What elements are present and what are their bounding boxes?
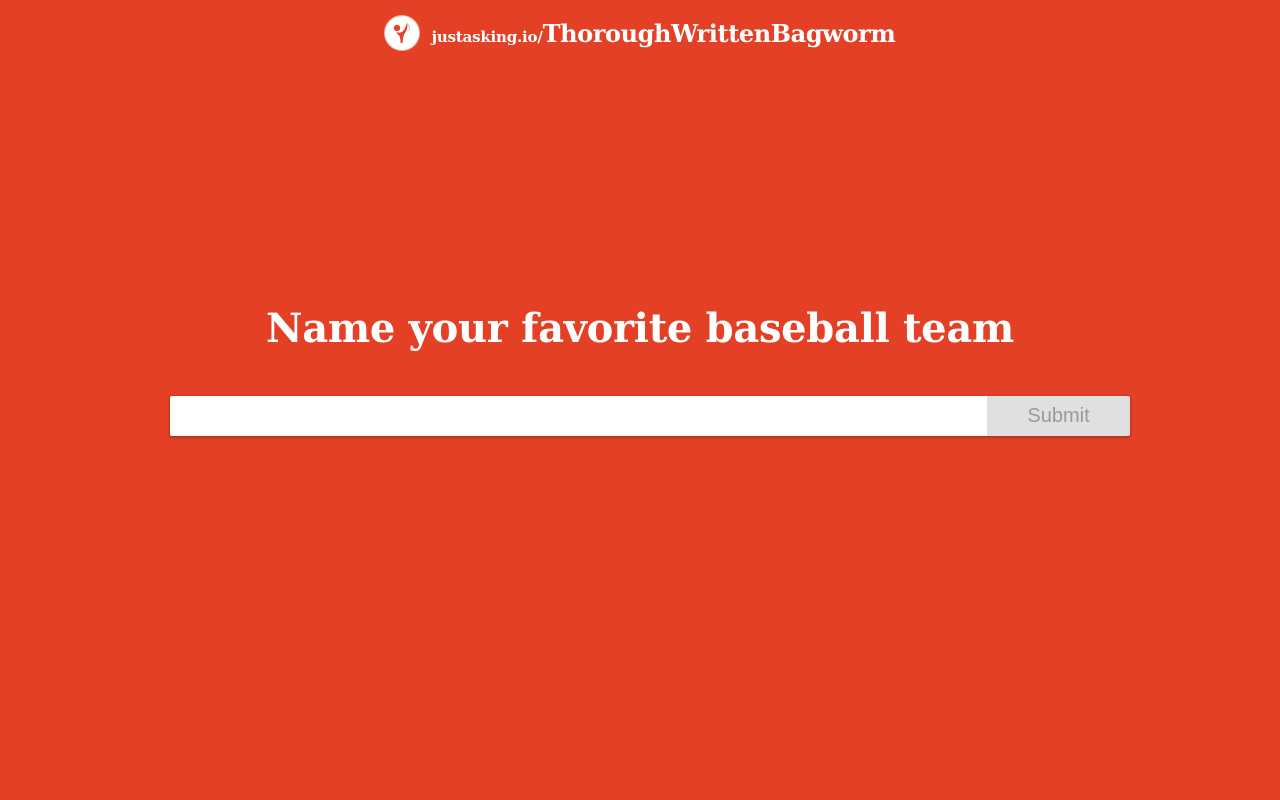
answer-form: Submit: [170, 396, 1130, 436]
poll-url: justasking.io/ ThoroughWrittenBagworm: [432, 19, 896, 48]
submit-button[interactable]: Submit: [987, 396, 1130, 436]
poll-slug: ThoroughWrittenBagworm: [542, 18, 896, 48]
header: justasking.io/ ThoroughWrittenBagworm: [0, 14, 1280, 52]
answer-input[interactable]: [170, 396, 987, 436]
site-domain: justasking.io/: [431, 27, 543, 46]
question-title: Name your favorite baseball team: [266, 305, 1014, 352]
justasking-logo-icon[interactable]: [384, 16, 419, 50]
person-icon: [393, 22, 410, 43]
